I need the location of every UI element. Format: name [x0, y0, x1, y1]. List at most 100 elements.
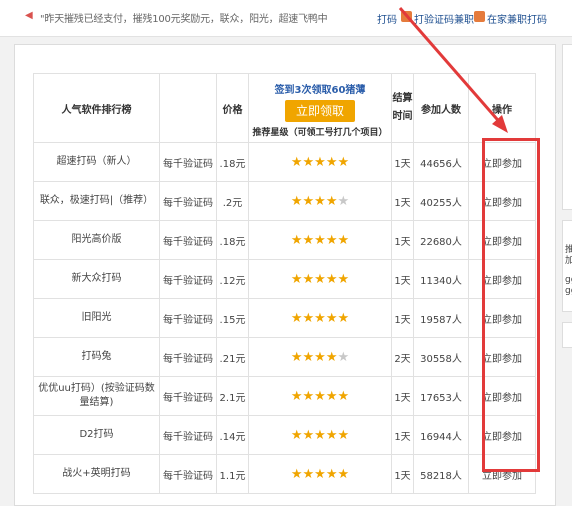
star-rating: ★★★★★	[248, 142, 392, 182]
participants-cell: 22680人	[413, 220, 469, 260]
star-icon: ★	[302, 310, 315, 326]
hot-icon	[401, 11, 412, 22]
table-row: 阳光高价版 每千验证码 .18元 ★★★★★ 1天 22680人 立即参加	[33, 220, 536, 260]
star-icon: ★	[302, 154, 315, 170]
star-icon: ★	[325, 349, 338, 365]
unit-cell: 每千验证码	[159, 298, 217, 338]
star-rating: ★★★★★	[248, 220, 392, 260]
software-name: 阳光高价版	[33, 220, 160, 260]
star-icon: ★	[325, 388, 338, 404]
settle-cell: 1天	[391, 259, 414, 299]
settle-cell: 1天	[391, 415, 414, 455]
participants-cell: 17653人	[413, 376, 469, 416]
unit-cell: 每千验证码	[159, 337, 217, 377]
star-icon: ★	[325, 154, 338, 170]
link-daima[interactable]: 打码	[377, 11, 397, 26]
star-rating: ★★★★★	[248, 454, 392, 494]
star-icon: ★	[337, 310, 350, 326]
unit-cell: 每千验证码	[159, 142, 217, 182]
star-icon: ★	[337, 271, 350, 287]
table-row: 新大众打码 每千验证码 .12元 ★★★★★ 1天 11340人 立即参加	[33, 259, 536, 299]
star-icon: ★	[290, 388, 303, 404]
price-cell: .12元	[216, 259, 249, 299]
star-icon: ★	[314, 271, 326, 287]
header-action: 操作	[468, 73, 536, 143]
join-now-link[interactable]: 立即参加	[468, 181, 536, 221]
star-icon: ★	[314, 193, 326, 209]
settle-cell: 1天	[391, 376, 414, 416]
price-cell: 2.1元	[216, 376, 249, 416]
star-icon: ★	[302, 349, 315, 365]
ranking-table: 人气软件排行榜 价格 签到3次领取60猪薄 立即领取 推荐星级（可领工号打几个项…	[33, 73, 536, 494]
join-now-link[interactable]: 立即参加	[468, 298, 536, 338]
table-row: 联众，极速打码|（推荐） 每千验证码 .2元 ★★★★★ 1天 40255人 立即参加	[33, 181, 536, 221]
star-icon: ★	[325, 427, 338, 443]
header-participants: 参加人数	[413, 73, 469, 143]
join-now-link[interactable]: 立即参加	[468, 142, 536, 182]
right-text: gg	[565, 286, 572, 296]
star-icon: ★	[290, 310, 303, 326]
unit-cell: 每千验证码	[159, 220, 217, 260]
join-now-link[interactable]: 立即参加	[468, 337, 536, 377]
star-icon: ★	[314, 388, 326, 404]
sign-in-title: 签到3次领取60猪薄	[274, 84, 366, 96]
star-icon: ★	[302, 271, 315, 287]
star-icon: ★	[325, 232, 338, 248]
star-icon: ★	[290, 427, 303, 443]
star-icon: ★	[314, 427, 326, 443]
star-rating: ★★★★★	[248, 298, 392, 338]
star-icon: ★	[325, 466, 338, 482]
star-icon: ★	[290, 466, 303, 482]
star-icon: ★	[302, 466, 315, 482]
star-icon: ★	[290, 271, 303, 287]
link-captcha-job[interactable]: 打验证码兼职	[414, 11, 474, 26]
recommend-label: 推荐星级（可领工号打几个项目）	[252, 127, 388, 138]
star-icon: ★	[302, 193, 315, 209]
join-now-link[interactable]: 立即参加	[468, 376, 536, 416]
right-side-panel	[562, 44, 572, 210]
star-rating: ★★★★★	[248, 337, 392, 377]
participants-cell: 11340人	[413, 259, 469, 299]
participants-cell: 44656人	[413, 142, 469, 182]
unit-cell: 每千验证码	[159, 259, 217, 299]
star-icon: ★	[337, 349, 350, 365]
star-icon: ★	[314, 310, 326, 326]
join-now-link[interactable]: 立即参加	[468, 259, 536, 299]
settle-cell: 1天	[391, 142, 414, 182]
join-now-link[interactable]: 立即参加	[468, 220, 536, 260]
star-rating: ★★★★★	[248, 415, 392, 455]
header-recommend: 签到3次领取60猪薄 立即领取 推荐星级（可领工号打几个项目）	[248, 73, 392, 143]
right-side-panel-2: 推 加 gg gg	[562, 220, 572, 312]
get-now-button[interactable]: 立即领取	[285, 99, 355, 122]
software-name: D2打码	[33, 415, 160, 455]
participants-cell: 58218人	[413, 454, 469, 494]
settle-cell: 1天	[391, 220, 414, 260]
unit-cell: 每千验证码	[159, 415, 217, 455]
price-cell: .18元	[216, 220, 249, 260]
star-icon: ★	[337, 154, 350, 170]
star-icon: ★	[337, 388, 350, 404]
star-icon: ★	[325, 310, 338, 326]
right-text: 加	[565, 256, 572, 266]
star-rating: ★★★★★	[248, 259, 392, 299]
star-rating: ★★★★★	[248, 181, 392, 221]
price-cell: .2元	[216, 181, 249, 221]
star-icon: ★	[337, 427, 350, 443]
join-now-link[interactable]: 立即参加	[468, 454, 536, 494]
table-row: 打码兔 每千验证码 .21元 ★★★★★ 2天 30558人 立即参加	[33, 337, 536, 377]
right-text: 推	[565, 245, 572, 255]
software-name: 优优uu打码）(按验证码数量结算)	[33, 376, 160, 416]
speaker-icon: ◀	[25, 10, 33, 21]
right-text: gg	[565, 275, 572, 285]
settle-cell: 1天	[391, 181, 414, 221]
join-now-link[interactable]: 立即参加	[468, 415, 536, 455]
star-icon: ★	[290, 193, 303, 209]
link-home-job[interactable]: 在家兼职打码	[487, 11, 547, 26]
software-name: 超速打码（新人）	[33, 142, 160, 182]
star-icon: ★	[290, 349, 303, 365]
table-row: 旧阳光 每千验证码 .15元 ★★★★★ 1天 19587人 立即参加	[33, 298, 536, 338]
hot-icon	[474, 11, 485, 22]
star-icon: ★	[337, 466, 350, 482]
right-side-panel-3	[562, 322, 572, 348]
star-icon: ★	[314, 466, 326, 482]
